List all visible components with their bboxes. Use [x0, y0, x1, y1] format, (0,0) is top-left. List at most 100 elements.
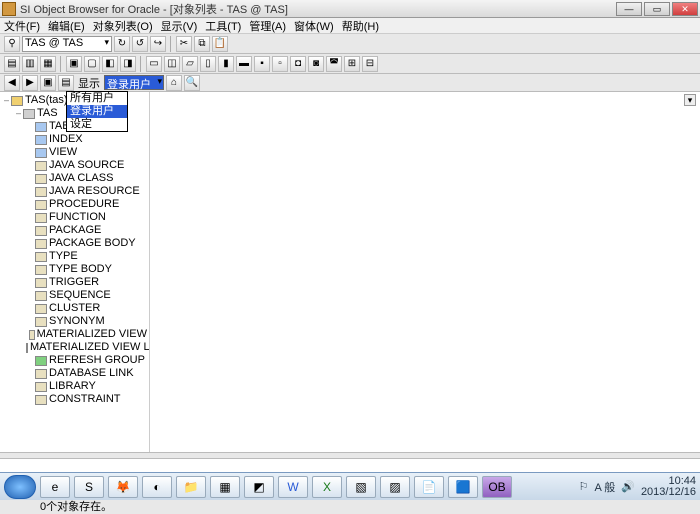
task-word-icon[interactable]: W: [278, 476, 308, 498]
tree-item[interactable]: VIEW: [26, 146, 147, 159]
tb2-btn-15[interactable]: ▫: [272, 56, 288, 72]
task-excel-icon[interactable]: X: [312, 476, 342, 498]
tree-item-label: TYPE: [49, 250, 78, 263]
tray-ime[interactable]: A 般: [594, 479, 615, 495]
tb2-btn-13[interactable]: ▬: [236, 56, 252, 72]
menu-help[interactable]: 帮助(H): [342, 18, 379, 34]
separator: [60, 56, 62, 72]
object-tree[interactable]: –TAS(tas) –TAS TABLEINDEXVIEWJAVA SOURCE…: [2, 94, 147, 406]
tb2-btn-7[interactable]: ◨: [120, 56, 136, 72]
tree-item[interactable]: MATERIALIZED VIEW: [26, 328, 147, 341]
menu-view[interactable]: 显示(V): [161, 18, 198, 34]
tray-clock[interactable]: 10:44 2013/12/16: [641, 476, 696, 498]
tree-item[interactable]: PACKAGE BODY: [26, 237, 147, 250]
task-siob-icon[interactable]: 🟦: [448, 476, 478, 498]
task-app1-icon[interactable]: ▦: [210, 476, 240, 498]
copy-icon[interactable]: ⧉: [194, 36, 210, 52]
task-app5-icon[interactable]: OB: [482, 476, 512, 498]
tb2-btn-9[interactable]: ◫: [164, 56, 180, 72]
tb2-btn-14[interactable]: ▪: [254, 56, 270, 72]
tb2-btn-19[interactable]: ⊞: [344, 56, 360, 72]
task-ie-icon[interactable]: e: [40, 476, 70, 498]
task-app4-icon[interactable]: ▨: [380, 476, 410, 498]
task-sogou-icon[interactable]: S: [74, 476, 104, 498]
object-type-icon: [35, 213, 47, 223]
tb2-btn-4[interactable]: ▣: [66, 56, 82, 72]
tree-item[interactable]: LIBRARY: [26, 380, 147, 393]
filter-option-login[interactable]: 登录用户: [67, 105, 127, 118]
tree-item[interactable]: JAVA RESOURCE: [26, 185, 147, 198]
filter-btn-2[interactable]: ▶: [22, 75, 38, 91]
content-dropdown-icon[interactable]: ▾: [684, 94, 696, 106]
task-notepad-icon[interactable]: 📄: [414, 476, 444, 498]
tray-sound-icon[interactable]: 🔊: [621, 480, 635, 493]
tree-item[interactable]: INDEX: [26, 133, 147, 146]
tb2-btn-6[interactable]: ◧: [102, 56, 118, 72]
filter-option-settings[interactable]: 设定: [67, 118, 127, 131]
menu-file[interactable]: 文件(F): [4, 18, 40, 34]
tree-item[interactable]: REFRESH GROUP: [26, 354, 147, 367]
filter-btn-1[interactable]: ◀: [4, 75, 20, 91]
tb2-btn-16[interactable]: ◘: [290, 56, 306, 72]
stop-icon[interactable]: ↺: [132, 36, 148, 52]
tb2-btn-5[interactable]: ▢: [84, 56, 100, 72]
tree-item[interactable]: SEQUENCE: [26, 289, 147, 302]
tree-item[interactable]: CONSTRAINT: [26, 393, 147, 406]
tree-item[interactable]: JAVA CLASS: [26, 172, 147, 185]
maximize-button[interactable]: ▭: [644, 2, 670, 16]
tb2-btn-11[interactable]: ▯: [200, 56, 216, 72]
tree-item[interactable]: DATABASE LINK: [26, 367, 147, 380]
object-type-icon: [35, 304, 47, 314]
tree-item[interactable]: TYPE: [26, 250, 147, 263]
task-firefox-icon[interactable]: 🦊: [108, 476, 138, 498]
history-icon[interactable]: ↪: [150, 36, 166, 52]
tree-item[interactable]: TYPE BODY: [26, 263, 147, 276]
tree-item[interactable]: SYNONYM: [26, 315, 147, 328]
tb2-btn-3[interactable]: ▦: [40, 56, 56, 72]
tree-item[interactable]: CLUSTER: [26, 302, 147, 315]
paste-icon[interactable]: 📋: [212, 36, 228, 52]
refresh-icon[interactable]: ↻: [114, 36, 130, 52]
tb2-btn-8[interactable]: ▭: [146, 56, 162, 72]
minimize-button[interactable]: —: [616, 2, 642, 16]
filter-home-icon[interactable]: ⌂: [166, 75, 182, 91]
tree-pane: –TAS(tas) –TAS TABLEINDEXVIEWJAVA SOURCE…: [0, 92, 150, 452]
filter-option-all[interactable]: 所有用户: [67, 92, 127, 105]
close-button[interactable]: ✕: [672, 2, 698, 16]
tree-item[interactable]: MATERIALIZED VIEW LOG: [26, 341, 147, 354]
tb2-btn-12[interactable]: ▮: [218, 56, 234, 72]
task-chrome-icon[interactable]: ◐: [142, 476, 172, 498]
task-app2-icon[interactable]: ◩: [244, 476, 274, 498]
tb2-btn-10[interactable]: ▱: [182, 56, 198, 72]
tb2-btn-17[interactable]: ◙: [308, 56, 324, 72]
tb2-btn-20[interactable]: ⊟: [362, 56, 378, 72]
cut-icon[interactable]: ✂: [176, 36, 192, 52]
filter-btn-4[interactable]: ▤: [58, 75, 74, 91]
menu-window[interactable]: 窗体(W): [294, 18, 334, 34]
tree-item-label: TYPE BODY: [49, 263, 112, 276]
tb2-btn-18[interactable]: ◚: [326, 56, 342, 72]
filter-label: 显示: [78, 75, 100, 91]
status-text: 0个对象存在。: [40, 501, 112, 513]
task-app3-icon[interactable]: ▧: [346, 476, 376, 498]
tree-item-label: LIBRARY: [49, 380, 96, 393]
tree-item[interactable]: FUNCTION: [26, 211, 147, 224]
tray-flag-icon[interactable]: ⚐: [579, 480, 589, 493]
start-button[interactable]: [4, 475, 36, 499]
menu-edit[interactable]: 编辑(E): [48, 18, 85, 34]
user-filter-combo[interactable]: 登录用户: [104, 75, 164, 90]
connection-combo[interactable]: TAS @ TAS: [22, 36, 112, 52]
tb2-btn-1[interactable]: ▤: [4, 56, 20, 72]
tree-item[interactable]: PROCEDURE: [26, 198, 147, 211]
tree-item[interactable]: PACKAGE: [26, 224, 147, 237]
tree-item[interactable]: JAVA SOURCE: [26, 159, 147, 172]
filter-search-icon[interactable]: 🔍: [184, 75, 200, 91]
filter-btn-3[interactable]: ▣: [40, 75, 56, 91]
menu-tools[interactable]: 工具(T): [205, 18, 241, 34]
tb2-btn-2[interactable]: ▥: [22, 56, 38, 72]
menu-objectlist[interactable]: 对象列表(O): [93, 18, 153, 34]
tree-item[interactable]: TRIGGER: [26, 276, 147, 289]
menu-manage[interactable]: 管理(A): [249, 18, 286, 34]
connect-icon[interactable]: ⚲: [4, 36, 20, 52]
task-explorer-icon[interactable]: 📁: [176, 476, 206, 498]
